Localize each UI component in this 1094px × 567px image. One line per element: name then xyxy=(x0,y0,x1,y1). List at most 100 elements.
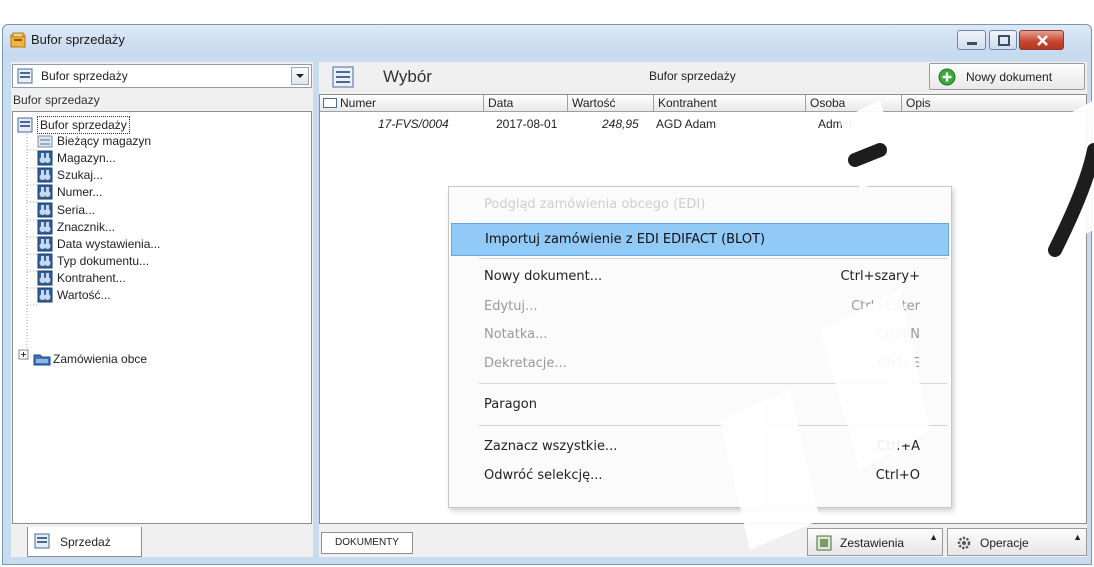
menu-item-import-edi[interactable]: Importuj zamówienie z EDI EDIFACT (BLOT) xyxy=(451,223,949,256)
binoculars-icon xyxy=(37,287,53,303)
menu-item-decrees[interactable]: Dekretacje... Ctrl+E xyxy=(451,348,949,381)
menu-item-label: Notatka... xyxy=(484,327,548,342)
chevron-down-icon xyxy=(296,74,304,78)
report-icon xyxy=(816,535,832,551)
title-bar[interactable]: Bufor sprzedaży xyxy=(3,25,1091,55)
menu-item-shortcut: Ctrl+N xyxy=(876,327,920,342)
tree-item[interactable]: Typ dokumentu... xyxy=(37,253,149,269)
reports-button[interactable]: Zestawienia ▲ xyxy=(807,528,943,556)
tree-item[interactable]: Numer... xyxy=(37,184,102,200)
dropdown-arrow-button[interactable] xyxy=(291,67,309,85)
tree-item-label: Seria... xyxy=(57,203,96,217)
menu-item-new-document[interactable]: Nowy dokument... Ctrl+szary+ xyxy=(451,261,949,294)
binoculars-icon xyxy=(37,202,53,218)
minimize-icon xyxy=(967,42,977,45)
menu-separator xyxy=(479,383,947,384)
menu-item-label: Podgląd zamówienia obcego (EDI) xyxy=(484,197,706,212)
context-menu: Podgląd zamówienia obcego (EDI) Importuj… xyxy=(448,186,952,508)
footer-bar: DOKUMENTY Zestawienia ▲ Operacje ▲ xyxy=(319,527,1087,557)
cell-osoba: Admin xyxy=(818,117,853,131)
cell-data: 2017-08-01 xyxy=(496,117,558,131)
tree-item[interactable]: Zamówienia obce xyxy=(33,351,147,367)
menu-item-receipt[interactable]: Paragon xyxy=(451,389,949,422)
tree-item-label: Data wystawienia... xyxy=(57,237,161,251)
column-header-osoba[interactable]: Osoba xyxy=(806,95,902,112)
list-title: Bufor sprzedaży xyxy=(649,69,736,83)
close-button[interactable] xyxy=(1019,30,1064,50)
menu-item-shortcut: Ctrl+E xyxy=(877,356,920,371)
close-icon xyxy=(1037,35,1048,46)
menu-item-label: Paragon xyxy=(484,397,537,412)
selection-icon xyxy=(332,66,354,88)
column-header-opis[interactable]: Opis xyxy=(902,95,1086,112)
menu-item-label: Zaznacz wszystkie... xyxy=(484,439,618,454)
caret-up-icon: ▲ xyxy=(929,532,938,542)
tree-item[interactable]: Seria... xyxy=(37,202,95,218)
list-header-bar: Wybór Bufor sprzedaży Nowy dokument xyxy=(319,62,1087,92)
left-panel: Bufor sprzedaży Bufor sprzedazy Bufor sp… xyxy=(11,62,313,557)
reports-button-label: Zestawienia xyxy=(840,536,905,550)
column-header-data[interactable]: Data xyxy=(484,95,568,112)
cell-wartosc: 248,95 xyxy=(602,117,639,131)
operations-button[interactable]: Operacje ▲ xyxy=(947,528,1087,556)
menu-item-podglad[interactable]: Podgląd zamówienia obcego (EDI) xyxy=(451,189,949,222)
tree-item-label: Szukaj... xyxy=(57,168,104,182)
tree-item[interactable]: Magazyn... xyxy=(37,150,116,166)
app-icon xyxy=(10,32,26,48)
tree-item[interactable]: Kontrahent... xyxy=(37,270,126,286)
binoculars-icon xyxy=(37,150,53,166)
document-list-icon xyxy=(17,68,33,84)
menu-separator xyxy=(479,258,947,259)
gear-icon xyxy=(957,536,971,550)
tree-item[interactable]: Bieżący magazyn xyxy=(37,133,151,149)
new-document-label: Nowy dokument xyxy=(966,70,1053,84)
menu-separator xyxy=(479,425,947,426)
buffer-select-value: Bufor sprzedaży xyxy=(41,69,128,83)
tree-item[interactable]: Wartość... xyxy=(37,287,111,303)
column-header-wartosc[interactable]: Wartość xyxy=(568,95,654,112)
window-title: Bufor sprzedaży xyxy=(31,32,125,47)
add-circle-icon xyxy=(938,68,956,86)
menu-item-shortcut: Ctrl+Enter xyxy=(851,299,920,314)
binoculars-icon xyxy=(37,184,53,200)
minimize-button[interactable] xyxy=(957,30,986,50)
operations-button-label: Operacje xyxy=(980,536,1029,550)
tree-item[interactable]: Szukaj... xyxy=(37,167,103,183)
tree-root-label: Bufor sprzedaży xyxy=(37,116,130,134)
maximize-button[interactable] xyxy=(989,30,1017,50)
panel-caption: Bufor sprzedazy xyxy=(13,93,100,107)
binoculars-icon xyxy=(37,253,53,269)
menu-item-label: Nowy dokument... xyxy=(484,269,603,284)
buffer-select[interactable]: Bufor sprzedaży xyxy=(12,64,312,88)
tree-root[interactable]: Bufor sprzedaży xyxy=(17,116,130,134)
warehouse-icon xyxy=(37,133,53,149)
menu-item-shortcut: Ctrl+A xyxy=(877,439,920,454)
tab-sprzedaz[interactable]: Sprzedaż xyxy=(27,527,142,557)
caret-up-icon: ▲ xyxy=(1073,532,1082,542)
column-header-kontrahent[interactable]: Kontrahent xyxy=(654,95,806,112)
menu-item-invert-selection[interactable]: Odwróć selekcję... Ctrl+O xyxy=(451,460,949,493)
tree-item-label: Zamówienia obce xyxy=(53,352,148,366)
binoculars-icon xyxy=(37,270,53,286)
menu-item-label: Dekretacje... xyxy=(484,356,567,371)
checkbox-column-icon xyxy=(323,98,337,108)
view-label: Wybór xyxy=(383,67,432,86)
tab-dokumenty[interactable]: DOKUMENTY xyxy=(321,532,413,554)
binoculars-icon xyxy=(37,236,53,252)
tree-item-label: Numer... xyxy=(57,185,103,199)
tree-item[interactable]: Znacznik... xyxy=(37,219,115,235)
menu-item-label: Importuj zamówienie z EDI EDIFACT (BLOT) xyxy=(485,232,766,247)
menu-item-label: Edytuj... xyxy=(484,299,538,314)
filter-tree[interactable]: Bufor sprzedaży Bieżący magazyn Magazyn..… xyxy=(12,111,312,524)
tree-item-label: Kontrahent... xyxy=(57,271,126,285)
binoculars-icon xyxy=(37,219,53,235)
document-list-icon xyxy=(17,117,33,133)
column-header-numer[interactable]: Numer xyxy=(320,95,484,112)
column-header-numer-label: Numer xyxy=(340,96,377,110)
tree-item[interactable]: Data wystawienia... xyxy=(37,236,160,252)
binoculars-icon xyxy=(37,167,53,183)
tree-item-label: Bieżący magazyn xyxy=(57,134,152,148)
new-document-button[interactable]: Nowy dokument xyxy=(929,63,1085,90)
tree-item-label: Wartość... xyxy=(57,288,111,302)
folder-icon xyxy=(33,351,51,367)
